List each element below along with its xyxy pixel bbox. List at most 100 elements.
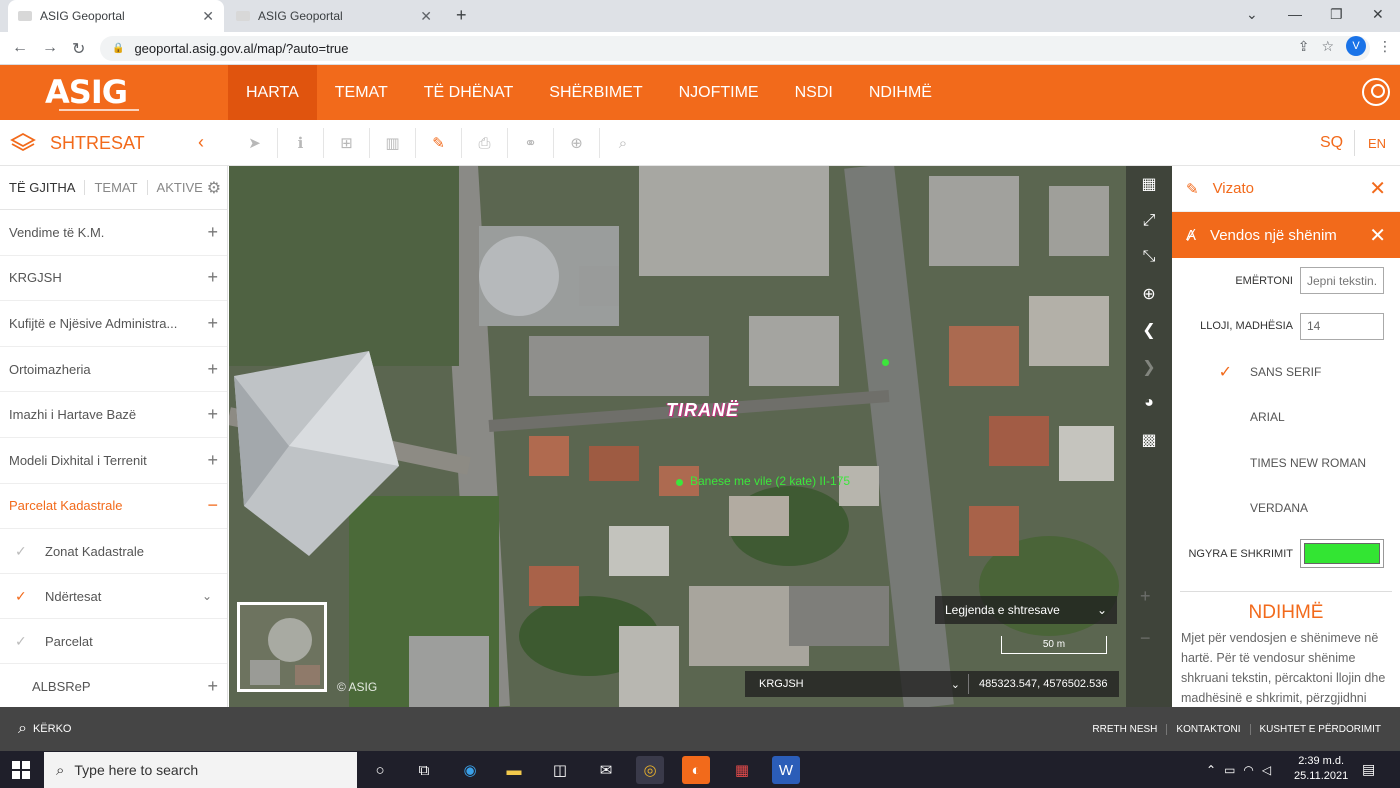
footer-search[interactable]: ⌕ KËRKO — [18, 707, 71, 751]
chevron-up-icon[interactable]: ⌃ — [1206, 763, 1216, 777]
user-icon[interactable] — [1362, 78, 1390, 106]
nav-temat[interactable]: TEMAT — [317, 65, 406, 120]
font-option-sans-serif[interactable]: ✓ SANS SERIF — [1172, 349, 1400, 395]
lang-en[interactable]: EN — [1368, 120, 1386, 166]
sublayer-ndertesat[interactable]: ✓ Ndërtesat ⌄ — [0, 574, 227, 620]
draw-edit-icon[interactable]: ✎ — [416, 128, 462, 158]
sidebar-item-imazhi[interactable]: Imazhi i Hartave Bazë + — [0, 392, 227, 438]
windows-start-icon[interactable] — [12, 761, 30, 779]
lang-sq[interactable]: SQ — [1320, 120, 1343, 166]
tab-active[interactable]: AKTIVE — [148, 180, 205, 195]
font-option-arial[interactable]: ARIAL — [1172, 395, 1400, 441]
plus-icon[interactable]: + — [207, 404, 218, 425]
word-icon[interactable]: W — [772, 756, 800, 784]
profile-avatar[interactable]: V — [1346, 36, 1366, 56]
gear-icon[interactable]: ⚙ — [207, 178, 221, 198]
font-option-times[interactable]: TIMES NEW ROMAN — [1172, 440, 1400, 486]
nav-ndihme[interactable]: NDIHMË — [851, 65, 950, 120]
plus-icon[interactable]: + — [207, 222, 218, 243]
sidebar-item-krgjsh[interactable]: KRGJSH + — [0, 256, 227, 302]
plus-icon[interactable]: + — [207, 676, 218, 697]
footer-link-about[interactable]: RRETH NESH — [1083, 724, 1166, 735]
expand-icon[interactable]: ⤡ — [1126, 239, 1172, 276]
url-input[interactable]: 🔒 geoportal.asig.gov.al/map/?auto=true — [100, 36, 1370, 61]
nav-njoftime[interactable]: NJOFTIME — [661, 65, 777, 120]
maximize-icon[interactable]: ❐ — [1330, 6, 1343, 23]
system-clock[interactable]: 2:39 m.d. 25.11.2021 — [1294, 754, 1348, 784]
taskbar-search[interactable]: ⌕ Type here to search — [44, 752, 357, 788]
sidebar-item-kufijte[interactable]: Kufijtë e Njësive Administra... + — [0, 301, 227, 347]
link-icon[interactable]: ⚭ — [508, 128, 554, 158]
check-icon[interactable]: ✓ — [15, 543, 37, 560]
poi-marker[interactable] — [882, 359, 889, 366]
fullscreen-icon[interactable]: ⤢ — [1126, 203, 1172, 240]
collapse-sidebar-icon[interactable]: ‹ — [198, 132, 204, 153]
close-icon[interactable]: ✕ — [202, 8, 214, 25]
notification-icon[interactable]: ▤ — [1362, 761, 1375, 778]
bookmark-star-icon[interactable]: ☆ — [1321, 38, 1334, 55]
search-icon[interactable]: ⌕ — [600, 128, 646, 158]
close-icon[interactable]: ✕ — [1369, 176, 1386, 201]
window-close-icon[interactable]: ✕ — [1372, 6, 1384, 23]
plus-icon[interactable]: + — [207, 450, 218, 471]
sidebar-item-albsrep[interactable]: ALBSReP + — [0, 664, 227, 707]
store-icon[interactable]: ◫ — [546, 756, 574, 784]
minus-icon[interactable]: − — [207, 495, 218, 516]
plus-icon[interactable]: + — [207, 359, 218, 380]
add-circle-icon[interactable]: ⊕ — [554, 128, 600, 158]
footer-link-terms[interactable]: KUSHTET E PËRDORIMIT — [1249, 723, 1391, 735]
color-picker[interactable] — [1300, 539, 1384, 569]
edge-icon[interactable]: ◉ — [456, 756, 484, 784]
print-icon[interactable]: ⎙ — [462, 128, 508, 158]
crs-select[interactable]: KRGJSH ⌄ — [745, 674, 969, 694]
tab-all[interactable]: TË GJITHA — [0, 180, 86, 195]
sidebar-item-parcelat-kadastrale[interactable]: Parcelat Kadastrale − — [0, 484, 227, 530]
wifi-icon[interactable]: ◠ — [1243, 763, 1253, 777]
label-text-input[interactable] — [1300, 267, 1384, 295]
map-canvas[interactable]: TIRANË Banese me vile (2 kate) II-175 © … — [229, 166, 1172, 707]
menu-dots-icon[interactable]: ⋮ — [1378, 38, 1392, 55]
back-icon[interactable]: ← — [12, 39, 28, 57]
nav-nsdi[interactable]: NSDI — [777, 65, 851, 120]
chevron-down-icon[interactable]: ⌄ — [202, 589, 212, 603]
font-size-input[interactable] — [1300, 312, 1384, 340]
chrome-icon[interactable]: ◎ — [636, 756, 664, 784]
cortana-icon[interactable]: ○ — [366, 756, 394, 784]
mail-icon[interactable]: ✉ — [592, 756, 620, 784]
footer-link-contact[interactable]: KONTAKTONI — [1166, 723, 1249, 735]
add-layer-icon[interactable]: ⊞ — [324, 128, 370, 158]
volume-icon[interactable]: ◁ — [1262, 763, 1271, 777]
browser-tab-2[interactable]: ASIG Geoportal ✕ — [226, 0, 442, 32]
overview-minimap[interactable] — [237, 602, 327, 692]
nav-sherbimet[interactable]: SHËRBIMET — [531, 65, 660, 120]
tab-themes[interactable]: TEMAT — [85, 180, 148, 195]
minimize-icon[interactable]: — — [1288, 6, 1302, 22]
nav-te-dhenat[interactable]: TË DHËNAT — [406, 65, 531, 120]
select-pointer-icon[interactable]: ➤ — [232, 128, 278, 158]
plus-icon[interactable]: + — [207, 267, 218, 288]
asig-logo[interactable]: ASIG — [45, 73, 141, 113]
poi-marker[interactable] — [676, 479, 683, 486]
sidebar-item-ortoimazheria[interactable]: Ortoimazheria + — [0, 347, 227, 393]
file-explorer-icon[interactable]: ▬ — [500, 756, 528, 784]
font-option-verdana[interactable]: VERDANA — [1172, 486, 1400, 532]
browser-tab-1[interactable]: ASIG Geoportal ✕ — [8, 0, 224, 32]
app-orange-icon[interactable]: ◐ — [682, 756, 710, 784]
check-icon[interactable]: ✓ — [15, 588, 37, 605]
sublayer-zonat[interactable]: ✓ Zonat Kadastrale — [0, 529, 227, 575]
sidebar-item-modeli[interactable]: Modeli Dixhital i Terrenit + — [0, 438, 227, 484]
basemap-icon[interactable]: ▦ — [1126, 166, 1172, 203]
task-view-icon[interactable]: ⧉ — [410, 756, 438, 784]
new-tab-icon[interactable]: + — [456, 5, 467, 26]
sidebar-item-vendime[interactable]: Vendime të K.M. + — [0, 210, 227, 256]
battery-icon[interactable]: ▭ — [1224, 763, 1235, 777]
plus-icon[interactable]: + — [207, 313, 218, 334]
next-extent-icon[interactable]: ❯ — [1126, 349, 1172, 386]
close-icon[interactable]: ✕ — [420, 8, 432, 25]
share-icon[interactable]: ⇪ — [1298, 38, 1310, 55]
nav-harta[interactable]: HARTA — [228, 65, 317, 120]
chart-icon[interactable]: ▥ — [370, 128, 416, 158]
forward-icon[interactable]: → — [42, 39, 58, 57]
zoom-search-icon[interactable]: ⊕ — [1126, 276, 1172, 313]
tab-search-icon[interactable]: ⌄ — [1246, 6, 1258, 23]
